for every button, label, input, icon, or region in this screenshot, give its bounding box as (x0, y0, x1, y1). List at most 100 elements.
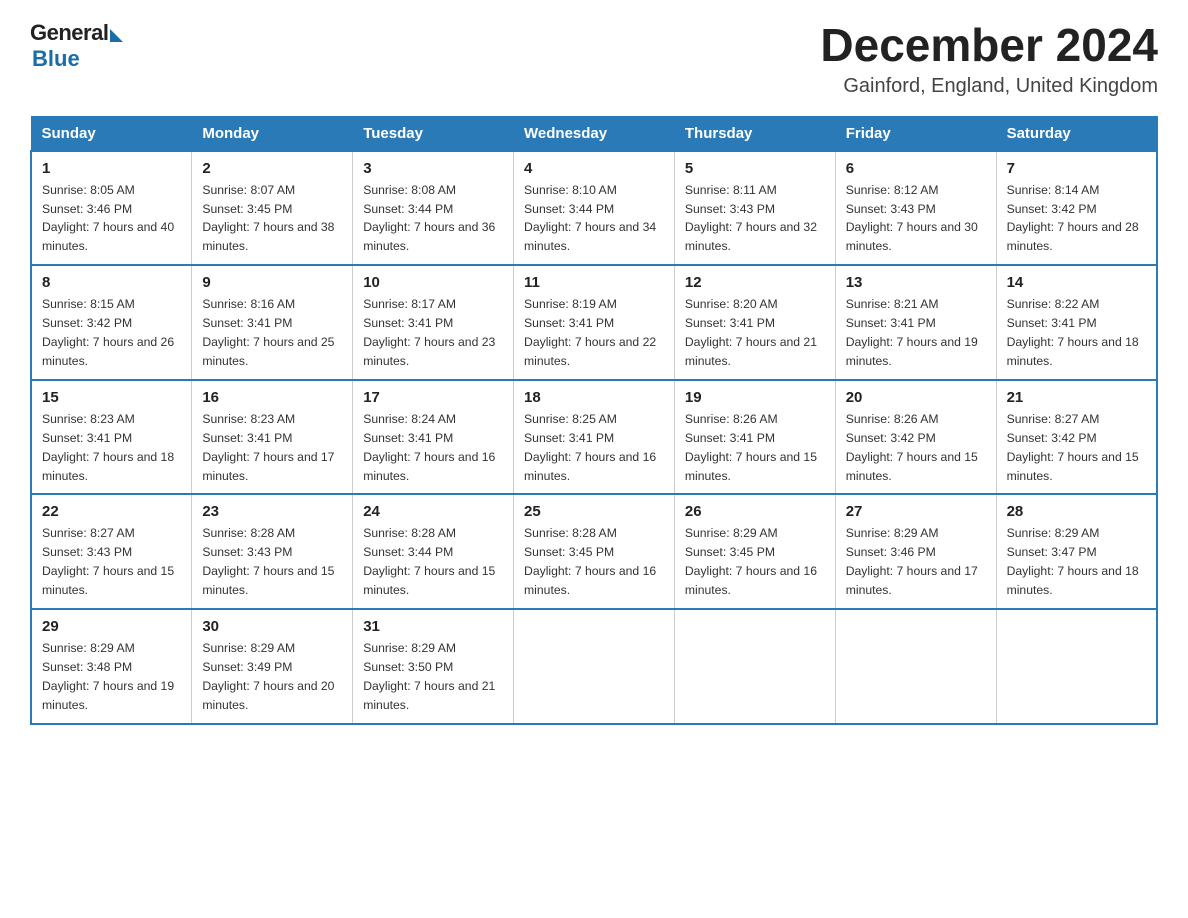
day-number: 1 (42, 160, 181, 177)
day-info: Sunrise: 8:29 AMSunset: 3:45 PMDaylight:… (685, 524, 825, 600)
day-info: Sunrise: 8:24 AMSunset: 3:41 PMDaylight:… (363, 410, 503, 486)
calendar-cell: 8 Sunrise: 8:15 AMSunset: 3:42 PMDaylight… (31, 265, 192, 380)
day-number: 23 (202, 503, 342, 520)
day-info: Sunrise: 8:08 AMSunset: 3:44 PMDaylight:… (363, 181, 503, 257)
day-number: 14 (1007, 274, 1146, 291)
calendar-cell: 19Sunrise: 8:26 AMSunset: 3:41 PMDayligh… (674, 380, 835, 495)
calendar-cell: 23 Sunrise: 8:28 AMSunset: 3:43 PMDayligh… (192, 494, 353, 609)
day-info: Sunrise: 8:25 AMSunset: 3:41 PMDaylight:… (524, 410, 664, 486)
day-info: Sunrise: 8:14 AMSunset: 3:42 PMDaylight:… (1007, 181, 1146, 257)
day-info: Sunrise: 8:05 AMSunset: 3:46 PMDaylight:… (42, 181, 181, 257)
calendar-cell (674, 609, 835, 724)
logo-general-text: General (30, 20, 108, 46)
calendar-cell: 14Sunrise: 8:22 AMSunset: 3:41 PMDayligh… (996, 265, 1157, 380)
calendar-cell: 16 Sunrise: 8:23 AMSunset: 3:41 PMDayligh… (192, 380, 353, 495)
day-number: 5 (685, 160, 825, 177)
calendar-cell: 17 Sunrise: 8:24 AMSunset: 3:41 PMDayligh… (353, 380, 514, 495)
day-number: 20 (846, 389, 986, 406)
calendar-cell: 18 Sunrise: 8:25 AMSunset: 3:41 PMDayligh… (514, 380, 675, 495)
header-monday: Monday (192, 116, 353, 151)
day-info: Sunrise: 8:26 AMSunset: 3:42 PMDaylight:… (846, 410, 986, 486)
day-info: Sunrise: 8:28 AMSunset: 3:45 PMDaylight:… (524, 524, 664, 600)
day-info: Sunrise: 8:27 AMSunset: 3:42 PMDaylight:… (1007, 410, 1146, 486)
day-info: Sunrise: 8:29 AMSunset: 3:46 PMDaylight:… (846, 524, 986, 600)
day-info: Sunrise: 8:20 AMSunset: 3:41 PMDaylight:… (685, 295, 825, 371)
day-number: 17 (363, 389, 503, 406)
day-number: 26 (685, 503, 825, 520)
calendar-week-row: 1 Sunrise: 8:05 AMSunset: 3:46 PMDaylight… (31, 151, 1157, 266)
calendar-cell (996, 609, 1157, 724)
day-info: Sunrise: 8:21 AMSunset: 3:41 PMDaylight:… (846, 295, 986, 371)
day-number: 25 (524, 503, 664, 520)
header-tuesday: Tuesday (353, 116, 514, 151)
day-number: 28 (1007, 503, 1146, 520)
day-number: 10 (363, 274, 503, 291)
day-number: 21 (1007, 389, 1146, 406)
calendar-week-row: 15 Sunrise: 8:23 AMSunset: 3:41 PMDayligh… (31, 380, 1157, 495)
calendar-cell: 20 Sunrise: 8:26 AMSunset: 3:42 PMDayligh… (835, 380, 996, 495)
header-friday: Friday (835, 116, 996, 151)
logo-arrow-icon (110, 29, 123, 42)
day-number: 18 (524, 389, 664, 406)
day-info: Sunrise: 8:23 AMSunset: 3:41 PMDaylight:… (42, 410, 181, 486)
calendar-cell: 28 Sunrise: 8:29 AMSunset: 3:47 PMDayligh… (996, 494, 1157, 609)
calendar-week-row: 29Sunrise: 8:29 AMSunset: 3:48 PMDayligh… (31, 609, 1157, 724)
month-title: December 2024 (820, 20, 1158, 71)
calendar-header-row: SundayMondayTuesdayWednesdayThursdayFrid… (31, 116, 1157, 151)
day-number: 13 (846, 274, 986, 291)
calendar-cell: 11 Sunrise: 8:19 AMSunset: 3:41 PMDayligh… (514, 265, 675, 380)
calendar-cell: 29Sunrise: 8:29 AMSunset: 3:48 PMDayligh… (31, 609, 192, 724)
day-info: Sunrise: 8:16 AMSunset: 3:41 PMDaylight:… (202, 295, 342, 371)
day-info: Sunrise: 8:12 AMSunset: 3:43 PMDaylight:… (846, 181, 986, 257)
calendar-cell: 22Sunrise: 8:27 AMSunset: 3:43 PMDayligh… (31, 494, 192, 609)
day-info: Sunrise: 8:29 AMSunset: 3:48 PMDaylight:… (42, 639, 181, 715)
day-number: 7 (1007, 160, 1146, 177)
calendar-cell: 13 Sunrise: 8:21 AMSunset: 3:41 PMDayligh… (835, 265, 996, 380)
day-number: 2 (202, 160, 342, 177)
day-info: Sunrise: 8:28 AMSunset: 3:43 PMDaylight:… (202, 524, 342, 600)
calendar-week-row: 22Sunrise: 8:27 AMSunset: 3:43 PMDayligh… (31, 494, 1157, 609)
header-wednesday: Wednesday (514, 116, 675, 151)
day-info: Sunrise: 8:29 AMSunset: 3:49 PMDaylight:… (202, 639, 342, 715)
day-number: 16 (202, 389, 342, 406)
calendar-cell: 6 Sunrise: 8:12 AMSunset: 3:43 PMDaylight… (835, 151, 996, 266)
day-number: 12 (685, 274, 825, 291)
calendar-cell: 30Sunrise: 8:29 AMSunset: 3:49 PMDayligh… (192, 609, 353, 724)
calendar-cell: 7 Sunrise: 8:14 AMSunset: 3:42 PMDaylight… (996, 151, 1157, 266)
calendar-table: SundayMondayTuesdayWednesdayThursdayFrid… (30, 116, 1158, 725)
day-number: 11 (524, 274, 664, 291)
day-info: Sunrise: 8:23 AMSunset: 3:41 PMDaylight:… (202, 410, 342, 486)
calendar-week-row: 8 Sunrise: 8:15 AMSunset: 3:42 PMDaylight… (31, 265, 1157, 380)
calendar-cell: 24 Sunrise: 8:28 AMSunset: 3:44 PMDayligh… (353, 494, 514, 609)
logo-blue-text: Blue (32, 46, 80, 72)
day-number: 15 (42, 389, 181, 406)
calendar-cell (514, 609, 675, 724)
calendar-cell: 3 Sunrise: 8:08 AMSunset: 3:44 PMDaylight… (353, 151, 514, 266)
day-info: Sunrise: 8:15 AMSunset: 3:42 PMDaylight:… (42, 295, 181, 371)
calendar-cell (835, 609, 996, 724)
calendar-cell: 5 Sunrise: 8:11 AMSunset: 3:43 PMDaylight… (674, 151, 835, 266)
day-number: 4 (524, 160, 664, 177)
calendar-cell: 12 Sunrise: 8:20 AMSunset: 3:41 PMDayligh… (674, 265, 835, 380)
calendar-cell: 21 Sunrise: 8:27 AMSunset: 3:42 PMDayligh… (996, 380, 1157, 495)
calendar-cell: 31Sunrise: 8:29 AMSunset: 3:50 PMDayligh… (353, 609, 514, 724)
day-info: Sunrise: 8:11 AMSunset: 3:43 PMDaylight:… (685, 181, 825, 257)
calendar-cell: 4 Sunrise: 8:10 AMSunset: 3:44 PMDaylight… (514, 151, 675, 266)
day-info: Sunrise: 8:29 AMSunset: 3:47 PMDaylight:… (1007, 524, 1146, 600)
day-info: Sunrise: 8:10 AMSunset: 3:44 PMDaylight:… (524, 181, 664, 257)
day-number: 27 (846, 503, 986, 520)
day-number: 3 (363, 160, 503, 177)
day-info: Sunrise: 8:27 AMSunset: 3:43 PMDaylight:… (42, 524, 181, 600)
day-number: 8 (42, 274, 181, 291)
calendar-cell: 1 Sunrise: 8:05 AMSunset: 3:46 PMDaylight… (31, 151, 192, 266)
day-number: 6 (846, 160, 986, 177)
day-info: Sunrise: 8:17 AMSunset: 3:41 PMDaylight:… (363, 295, 503, 371)
day-number: 24 (363, 503, 503, 520)
calendar-cell: 10 Sunrise: 8:17 AMSunset: 3:41 PMDayligh… (353, 265, 514, 380)
location-title: Gainford, England, United Kingdom (820, 75, 1158, 98)
day-info: Sunrise: 8:28 AMSunset: 3:44 PMDaylight:… (363, 524, 503, 600)
day-info: Sunrise: 8:26 AMSunset: 3:41 PMDaylight:… (685, 410, 825, 486)
header-sunday: Sunday (31, 116, 192, 151)
day-info: Sunrise: 8:19 AMSunset: 3:41 PMDaylight:… (524, 295, 664, 371)
calendar-cell: 27 Sunrise: 8:29 AMSunset: 3:46 PMDayligh… (835, 494, 996, 609)
